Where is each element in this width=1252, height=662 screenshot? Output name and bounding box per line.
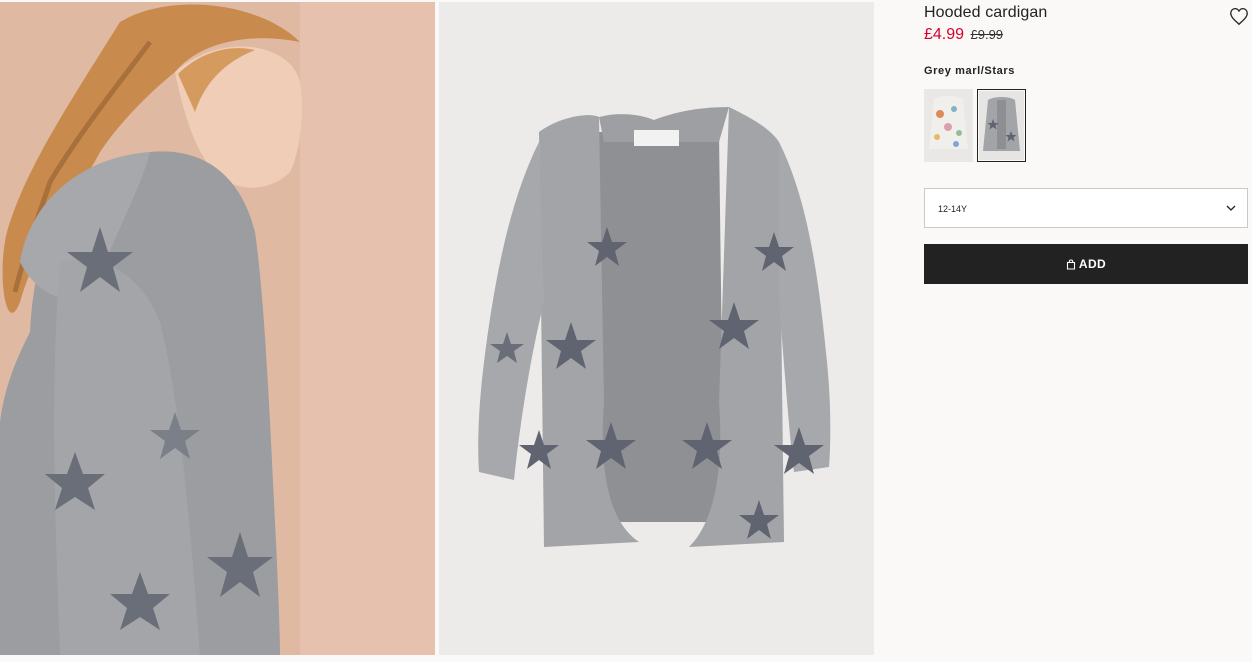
size-select[interactable]: 12-14Y	[924, 188, 1248, 228]
favourite-button[interactable]	[1228, 5, 1250, 27]
product-page: Hooded cardigan £4.99 £9.99 Grey marl/St…	[0, 0, 1252, 662]
chevron-down-icon	[1226, 205, 1236, 211]
add-button-label: ADD	[1078, 257, 1107, 271]
heart-icon	[1230, 8, 1248, 26]
price-row: £4.99 £9.99	[924, 25, 1248, 45]
colour-swatches	[924, 89, 1248, 162]
product-info: Hooded cardigan £4.99 £9.99 Grey marl/St…	[924, 0, 1248, 284]
swatch-grey-image	[979, 91, 1024, 160]
sale-price: £4.99	[924, 26, 965, 43]
model-photo-graphic	[0, 2, 435, 655]
bag-icon	[1066, 258, 1075, 270]
size-select-value: 12-14Y	[938, 204, 968, 214]
original-price: £9.99	[970, 27, 1004, 42]
product-image-model[interactable]	[0, 2, 435, 655]
swatch-grey-marl-stars[interactable]	[977, 89, 1026, 162]
title-row: Hooded cardigan	[924, 3, 1250, 27]
product-title: Hooded cardigan	[924, 4, 1048, 21]
swatch-floral-image	[924, 89, 973, 162]
product-photo-graphic	[439, 2, 874, 655]
swatch-floral[interactable]	[924, 89, 973, 162]
add-to-bag-button[interactable]: ADD	[924, 244, 1248, 284]
colour-name: Grey marl/Stars	[924, 65, 1015, 77]
product-image-flat[interactable]	[439, 2, 874, 655]
